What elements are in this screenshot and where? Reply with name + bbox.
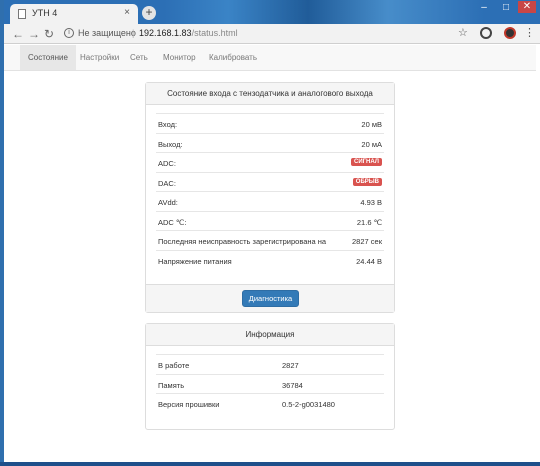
status-row-dac: DAC: ОБРЫВ: [156, 171, 384, 192]
row-label: Память: [158, 380, 185, 390]
row-value: 4.93 В: [360, 198, 382, 207]
back-icon[interactable]: ←: [12, 26, 24, 42]
row-label: Вход:: [158, 120, 178, 129]
row-label: ADC ℃:: [158, 217, 187, 227]
browser-tab[interactable]: УТН 4 ×: [10, 4, 138, 24]
reload-icon[interactable]: ↻: [44, 26, 54, 42]
star-icon[interactable]: ☆: [458, 26, 468, 39]
row-label: AVdd:: [158, 198, 178, 207]
menu-icon[interactable]: ⋮: [524, 26, 535, 39]
info-row-memory: Память 36784: [156, 373, 384, 394]
page-favicon-icon: [18, 9, 26, 19]
status-panel-footer: Диагностика: [146, 284, 394, 312]
minimize-button[interactable]: –: [476, 2, 492, 13]
row-label: ADC:: [158, 159, 176, 168]
row-value: 2827: [282, 361, 299, 370]
row-label: DAC:: [158, 178, 176, 188]
address-url[interactable]: 192.168.1.83/status.html: [139, 28, 238, 38]
info-panel-title: Информация: [146, 324, 394, 346]
close-window-button[interactable]: ✕: [518, 1, 536, 13]
extension-icon[interactable]: [480, 27, 492, 39]
row-value: 0.5-2-g0031480: [282, 400, 335, 409]
status-panel-title: Состояние входа с тензодатчика и аналого…: [146, 83, 394, 105]
address-path: /status.html: [191, 28, 238, 38]
status-row-output: Выход: 20 мА: [156, 132, 384, 153]
status-row-input: Вход: 20 мВ: [156, 113, 384, 133]
address-bar[interactable]: i Не защищено | 192.168.1.83/status.html: [62, 27, 476, 41]
status-row-adc: ADC: СИГНАЛ: [156, 152, 384, 172]
diagnostics-button[interactable]: Диагностика: [242, 290, 299, 307]
row-label: Версия прошивки: [158, 400, 220, 409]
row-value: 2827 сек: [352, 237, 382, 246]
address-host: 192.168.1.83: [139, 28, 192, 38]
forward-icon[interactable]: →: [28, 26, 40, 42]
address-separator: |: [132, 28, 135, 38]
tab-close-icon[interactable]: ×: [124, 7, 130, 18]
taskbar-edge: [0, 462, 540, 466]
info-row-uptime: В работе 2827: [156, 354, 384, 374]
desktop-wallpaper-strip: [164, 0, 484, 24]
status-badge-dac: ОБРЫВ: [352, 177, 382, 186]
status-panel: Состояние входа с тензодатчика и аналого…: [145, 82, 395, 313]
browser-toolbar: ← → ↻ i Не защищено | 192.168.1.83/statu…: [4, 24, 540, 44]
row-value: 20 мВ: [361, 120, 382, 129]
nav-item-calibrate[interactable]: Калибровать: [201, 45, 265, 70]
status-row-last-fault: Последняя неисправность зарегистрирована…: [156, 230, 384, 250]
nav-item-network[interactable]: Сеть: [122, 45, 156, 70]
info-panel: Информация В работе 2827 Память 36784 Ве…: [145, 323, 395, 430]
row-label: Напряжение питания: [158, 256, 232, 266]
nav-item-settings[interactable]: Настройки: [72, 45, 127, 70]
info-icon[interactable]: i: [64, 28, 74, 38]
row-label: В работе: [158, 361, 190, 370]
row-label: Выход:: [158, 139, 183, 149]
nav-item-status[interactable]: Состояние: [20, 45, 76, 70]
avatar-icon[interactable]: [504, 27, 516, 39]
status-badge-adc: СИГНАЛ: [351, 158, 382, 166]
page-navbar: Состояние Настройки Сеть Монитор Калибро…: [4, 45, 536, 71]
row-value: 36784: [282, 380, 303, 390]
status-row-supply-voltage: Напряжение питания 24.44 В: [156, 249, 384, 270]
status-row-adc-temp: ADC ℃: 21.6 ℃: [156, 210, 384, 231]
row-label: Последняя неисправность зарегистрирована…: [158, 237, 327, 246]
tab-title: УТН 4: [32, 8, 58, 18]
new-tab-button[interactable]: +: [142, 6, 156, 20]
row-value: 21.6 ℃: [356, 217, 382, 227]
security-status: Не защищено: [78, 28, 136, 38]
info-row-firmware: Версия прошивки 0.5-2-g0031480: [156, 393, 384, 413]
status-row-avdd: AVdd: 4.93 В: [156, 191, 384, 211]
row-value: 20 мА: [361, 139, 382, 149]
nav-item-monitor[interactable]: Монитор: [155, 45, 204, 70]
maximize-button[interactable]: □: [498, 2, 514, 13]
browser-titlebar: УТН 4 × + – □ ✕: [4, 0, 540, 24]
row-value: 24.44 В: [356, 256, 382, 266]
